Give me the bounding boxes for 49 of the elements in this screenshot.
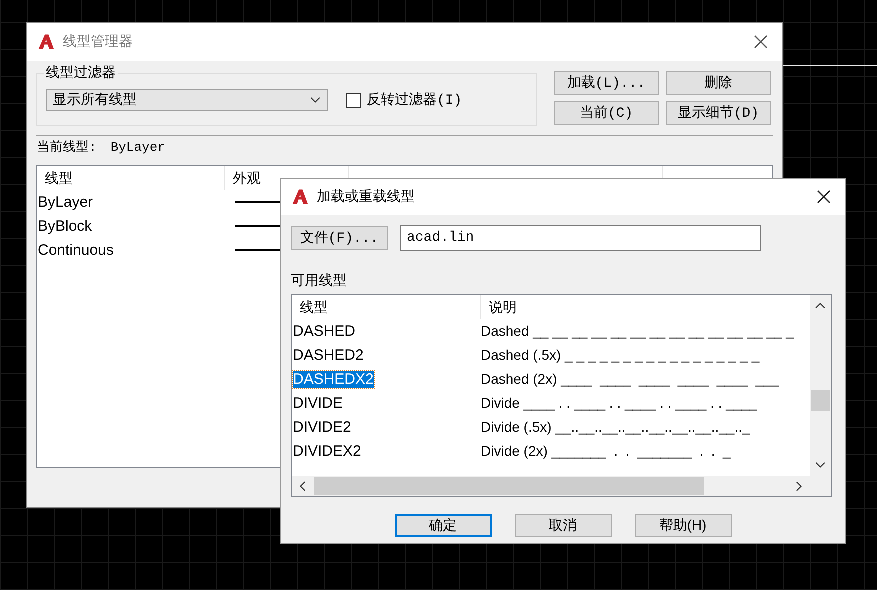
chevron-right-icon[interactable] [796, 480, 803, 492]
file-button[interactable]: 文件(F)... [291, 226, 388, 250]
list-label: 可用线型 [291, 271, 348, 290]
linetype-description: Dashed (.5x) _ _ _ _ _ _ _ _ _ _ _ _ _ _ _ _ _ [481, 347, 760, 363]
horizontal-scrollbar[interactable] [292, 476, 810, 496]
chevron-down-icon [310, 96, 321, 104]
dialog-button[interactable]: 显示细节(D) [666, 101, 771, 125]
column-header[interactable]: 说明 [481, 295, 517, 319]
dialog-button[interactable]: 取消 [514, 514, 612, 537]
checkbox[interactable] [346, 92, 361, 108]
scroll-thumb[interactable] [314, 477, 704, 495]
linetype-name[interactable]: ByLayer [37, 194, 235, 210]
app-logo-icon [37, 33, 55, 51]
linetype-name[interactable]: DASHED2 [293, 346, 364, 364]
column-header[interactable]: 线型 [292, 295, 481, 319]
chevron-down-icon[interactable] [815, 462, 826, 469]
linetype-name[interactable]: DIVIDE2 [293, 418, 352, 436]
linetype-description: Dashed (2x) ____ ____ ____ ____ ____ ___ [481, 371, 780, 387]
close-icon[interactable] [817, 190, 831, 204]
group-label: 线型过滤器 [44, 64, 118, 82]
window-title: 线型管理器 [63, 33, 134, 51]
close-icon[interactable] [754, 35, 768, 49]
scroll-thumb[interactable] [811, 390, 830, 411]
dialog-button[interactable]: 确定 [394, 514, 492, 537]
linetype-description: Divide (.5x) __..__..__..__..__..__..__..__.._ [481, 419, 750, 435]
linetype-description: Divide ____ . . ____ . . ____ . . ____ . . ____ [481, 395, 758, 411]
file-name-field[interactable]: acad.lin [400, 225, 761, 251]
chevron-up-icon[interactable] [815, 302, 826, 309]
dialog-button[interactable]: 加载(L)... [554, 71, 659, 95]
chevron-left-icon[interactable] [299, 480, 306, 492]
linetype-name[interactable]: DIVIDE [293, 394, 344, 412]
linetype-description: Dashed __ __ __ __ __ __ __ __ __ __ __ __ __ _ [481, 323, 794, 339]
vertical-scrollbar[interactable] [810, 295, 831, 476]
dialog-button[interactable]: 当前(C) [554, 101, 659, 125]
linetype-name[interactable]: ByBlock [37, 218, 235, 234]
dialog-button[interactable]: 删除 [666, 71, 771, 95]
current-linetype-label: 当前线型: [37, 139, 97, 156]
linetype-name[interactable]: Continuous [37, 242, 235, 258]
current-linetype-value: ByLayer [110, 140, 166, 154]
window-title: 加载或重载线型 [317, 188, 416, 206]
dialog-button[interactable]: 帮助(H) [634, 514, 732, 537]
linetype-name[interactable]: DIVIDEX2 [293, 442, 362, 460]
linetype-name[interactable]: DASHEDX2 [293, 370, 374, 388]
linetype-name[interactable]: DASHED [293, 322, 356, 340]
column-header[interactable]: 线型 [37, 166, 225, 190]
invert-filter-checkbox[interactable]: 反转过滤器(I) [346, 91, 462, 109]
filter-dropdown[interactable]: 显示所有线型 [46, 89, 328, 111]
linetype-description: Divide (2x) _______ . . _______ . . _ [481, 443, 731, 459]
app-logo-icon [291, 188, 309, 206]
